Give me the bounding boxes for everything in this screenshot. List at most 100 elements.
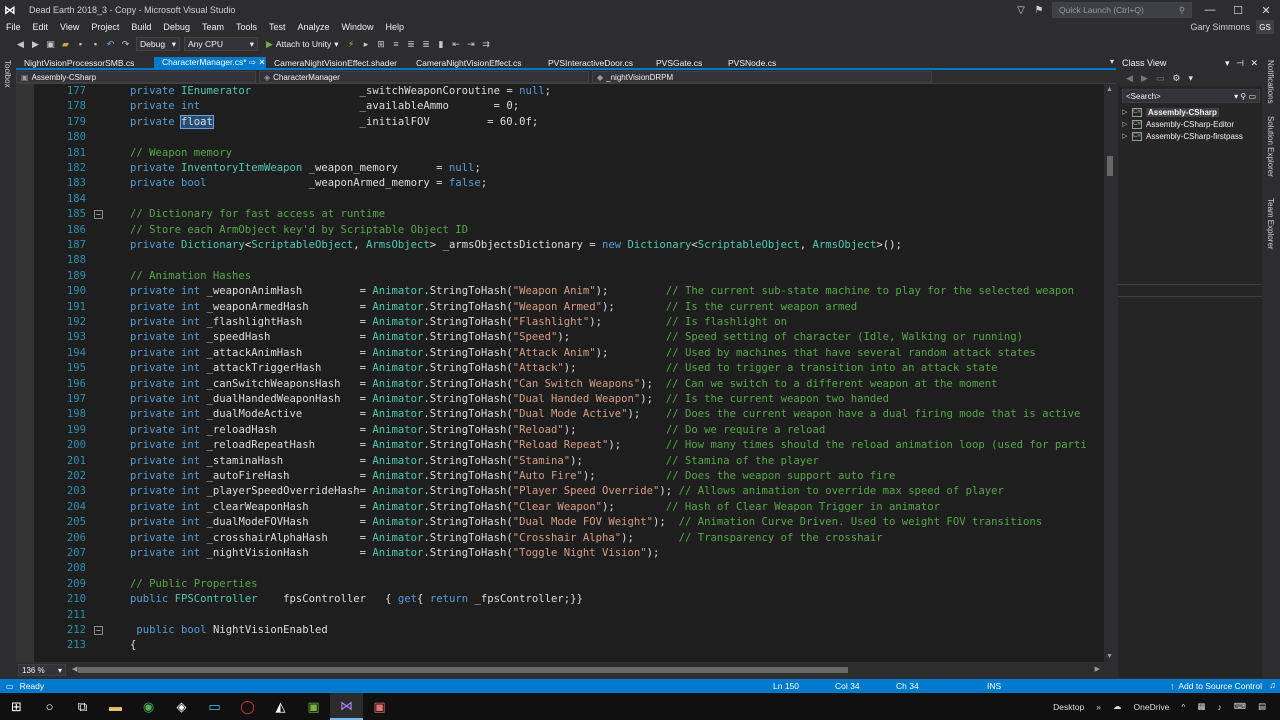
menu-window[interactable]: Window [336,22,380,32]
minimize-button[interactable]: — [1196,4,1224,16]
menu-project[interactable]: Project [85,22,125,32]
onedrive-label[interactable]: OneDrive [1134,702,1170,712]
vertical-scrollbar[interactable]: ▲ ▼ [1104,84,1116,662]
redo-icon[interactable]: ↷ [119,39,132,50]
browse-icon[interactable]: ▭ [1248,92,1256,101]
code-line[interactable]: 192 private int _flashlightHash = Animato… [34,315,1104,330]
code-line[interactable]: 189 // Animation Hashes [34,269,1104,284]
code-line[interactable]: 205 private int _dualModeFOVHash = Animat… [34,515,1104,530]
monitor-icon[interactable]: ▭ [198,693,231,720]
menu-test[interactable]: Test [263,22,292,32]
vertical-scroll-thumb[interactable] [1107,156,1113,176]
opera-icon[interactable]: ◯ [231,693,264,720]
menu-build[interactable]: Build [125,22,157,32]
code-line[interactable]: 187 private Dictionary<ScriptableObject, … [34,238,1104,253]
scroll-up-icon[interactable]: ▲ [1106,86,1113,93]
search-icon[interactable]: ○ [33,693,66,720]
scroll-left-icon[interactable]: ◀ [72,665,77,673]
code-line[interactable]: 181 // Weapon memory [34,146,1104,161]
menu-tools[interactable]: Tools [230,22,263,32]
code-line[interactable]: 177 private IEnumerator _switchWeaponCoro… [34,84,1104,99]
horizontal-scroll-thumb[interactable] [78,667,848,673]
code-line[interactable]: 201 private int _staminaHash = Animator.S… [34,454,1104,469]
forward-icon[interactable]: ▶ [1141,73,1148,84]
bell-icon[interactable]: ♫ [1269,680,1276,690]
code-line[interactable]: 206 private int _crosshairAlphaHash = Ani… [34,531,1104,546]
comment-icon[interactable]: ≣ [404,39,417,50]
format-icon[interactable]: ≡ [389,39,402,49]
code-line[interactable]: 185− // Dictionary for fast access at run… [34,207,1104,222]
settings-gear-icon[interactable]: ⚙ [1172,73,1180,84]
code-line[interactable]: 213 { [34,638,1104,653]
filter-icon[interactable]: ▽ [1012,5,1030,16]
tab-nightvision-processor[interactable]: NightVisionProcessorSMB.cs [16,57,154,68]
save-icon[interactable]: ▪ [74,39,87,49]
desktop-toolbar-label[interactable]: Desktop [1053,702,1084,712]
dropdown-icon[interactable]: ▾ [1225,58,1230,68]
code-line[interactable]: 196 private int _canSwitchWeaponsHash = A… [34,377,1104,392]
team-explorer-tab[interactable]: Team Explorer [1266,198,1275,250]
code-line[interactable]: 193 private int _speedHash = Animator.Str… [34,330,1104,345]
task-view-icon[interactable]: ⧉ [66,693,99,720]
forward-icon[interactable]: ▶ [29,39,42,50]
quick-launch-input[interactable]: Quick Launch (Ctrl+Q) ⚲ [1052,2,1192,18]
avatar[interactable]: GS [1256,20,1274,34]
code-line[interactable]: 209 // Public Properties [34,577,1104,592]
add-to-source-control-button[interactable]: ↑ Add to Source Control [1170,681,1262,691]
code-line[interactable]: 179 private float _initialFOV = 60.0f; [34,114,1104,130]
visual-studio-icon[interactable]: ⋈ [330,693,363,720]
horizontal-scrollbar[interactable]: ◀ ▶ [72,665,1100,675]
back-icon[interactable]: ◀ [1126,73,1133,84]
file-explorer-icon[interactable]: ▬ [99,693,132,720]
tree-item-assembly-csharp[interactable]: ▷ C# Assembly-CSharp [1118,106,1262,118]
code-line[interactable]: 188 [34,253,1104,268]
tab-camera-nightvision-cs[interactable]: CameraNightVisionEffect.cs [408,57,540,68]
code-text-area[interactable]: 177 private IEnumerator _switchWeaponCoro… [34,84,1104,662]
menu-view[interactable]: View [54,22,85,32]
recorder-icon[interactable]: ▣ [363,693,396,720]
code-line[interactable]: 208 [34,561,1104,576]
code-line[interactable]: 186 // Store each ArmObject key'd by Scri… [34,223,1104,238]
new-project-icon[interactable]: ▣ [44,39,57,50]
chevron-icon[interactable]: » [1096,702,1101,712]
code-line[interactable]: 204 private int _clearWeaponHash = Animat… [34,500,1104,515]
toolbox-tab[interactable]: Toolbox [3,60,12,88]
code-line[interactable]: 203 private int _playerSpeedOverrideHash=… [34,484,1104,499]
menu-debug[interactable]: Debug [157,22,196,32]
code-line[interactable]: 211 [34,608,1104,623]
code-line[interactable]: 191 private int _weaponArmedHash = Animat… [34,300,1104,315]
network-icon[interactable]: ▦ [1197,701,1205,712]
tree-item-assembly-csharp-editor[interactable]: ▷ C# Assembly-CSharp-Editor [1118,118,1262,130]
menu-file[interactable]: File [0,22,27,32]
bookmark-icon[interactable]: ▮ [434,39,447,50]
close-icon[interactable]: ✕ [1250,58,1258,68]
code-line[interactable]: 198 private int _dualModeActive = Animato… [34,407,1104,422]
tab-character-manager[interactable]: CharacterManager.cs* ⇨ ✕ [154,57,266,68]
tab-camera-nightvision-shader[interactable]: CameraNightVisionEffect.shader [266,57,408,68]
menu-help[interactable]: Help [380,22,411,32]
chevron-down-icon[interactable]: ▾ [1188,73,1193,84]
attach-to-unity-button[interactable]: ▶ Attach to Unity ▾ [266,39,338,50]
chrome-icon[interactable]: ◉ [132,693,165,720]
tab-pvs-gate[interactable]: PVSGate.cs [648,57,720,68]
onedrive-icon[interactable]: ☁ [1113,701,1122,712]
tab-overflow-icon[interactable]: ▾ [1110,57,1114,66]
code-line[interactable]: 207 private int _nightVisionHash = Animat… [34,546,1104,561]
code-line[interactable]: 190 private int _weaponAnimHash = Animato… [34,284,1104,299]
notifications-tab[interactable]: Notifications [1266,60,1275,104]
type-dropdown[interactable]: ◈ CharacterManager [259,71,589,83]
scroll-right-icon[interactable]: ▶ [1095,665,1100,673]
close-button[interactable]: ✕ [1252,4,1280,17]
platform-select[interactable]: Any CPU ▾ [184,37,258,51]
search-icon[interactable]: ⚲ [1240,92,1246,101]
camtasia-icon[interactable]: ▣ [297,693,330,720]
unity-icon[interactable]: ◈ [165,693,198,720]
scroll-down-icon[interactable]: ▼ [1106,653,1113,660]
tree-item-assembly-csharp-firstpass[interactable]: ▷ C# Assembly-CSharp-firstpass [1118,130,1262,142]
code-line[interactable]: 199 private int _reloadHash = Animator.St… [34,423,1104,438]
collapse-region-icon[interactable]: − [94,626,103,635]
collapse-region-icon[interactable]: − [94,210,103,220]
maximize-button[interactable]: ☐ [1224,4,1252,17]
code-line[interactable]: 184 [34,192,1104,207]
code-line[interactable]: 182 private InventoryItemWeapon _weapon_m… [34,161,1104,176]
